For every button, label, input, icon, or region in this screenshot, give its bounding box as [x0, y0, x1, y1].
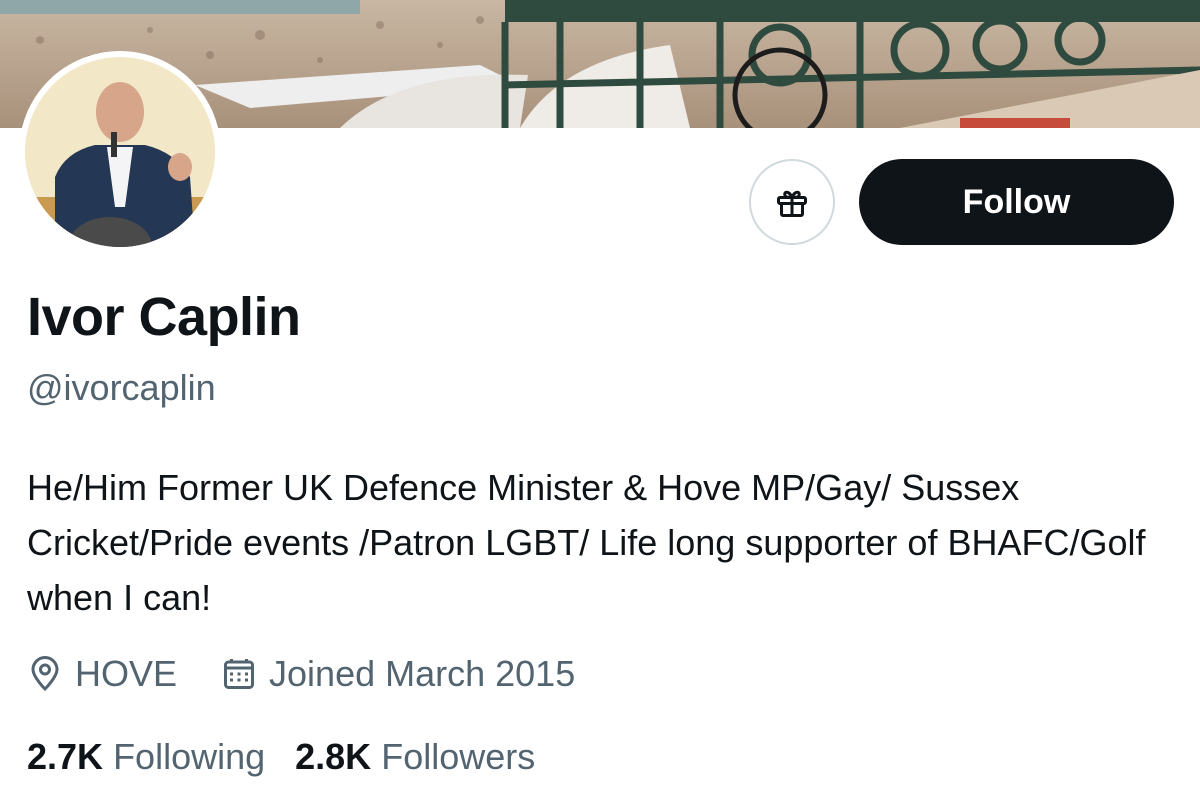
- joined-text: Joined March 2015: [269, 653, 576, 694]
- profile-bio: He/Him Former UK Defence Minister & Hove…: [27, 467, 1146, 618]
- followers-label: Followers: [381, 736, 536, 777]
- profile-handle: @ivorcaplin: [27, 367, 216, 408]
- gift-button[interactable]: [749, 159, 835, 245]
- calendar-icon: [224, 659, 255, 689]
- following-link[interactable]: 2.7K Following: [27, 736, 265, 778]
- followers-link[interactable]: 2.8K Followers: [295, 736, 535, 778]
- profile-avatar[interactable]: [19, 51, 221, 253]
- profile-name: Ivor Caplin: [27, 287, 301, 347]
- followers-count: 2.8K: [295, 736, 372, 777]
- following-count: 2.7K: [27, 736, 104, 777]
- location-pin-icon: [31, 656, 59, 692]
- joined-item: Joined March 2015: [221, 653, 575, 695]
- profile-stats: 2.7K Following 2.8K Followers: [27, 736, 565, 778]
- profile-meta: HOVE Joined March 2015: [27, 653, 619, 695]
- following-label: Following: [113, 736, 266, 777]
- follow-button[interactable]: Follow: [859, 159, 1174, 245]
- follow-button-label: Follow: [962, 182, 1071, 221]
- location-text: HOVE: [75, 653, 178, 694]
- gift-icon: [777, 190, 807, 217]
- location-item: HOVE: [27, 653, 177, 695]
